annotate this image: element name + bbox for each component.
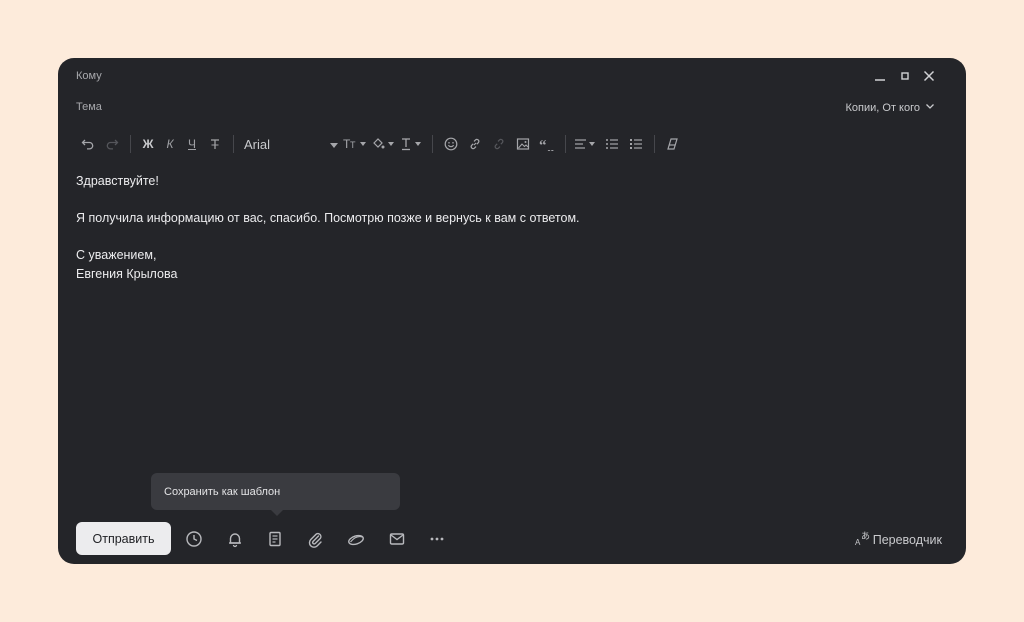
svg-text:T: T xyxy=(350,140,356,150)
close-icon[interactable] xyxy=(919,68,939,84)
subject-field[interactable]: Тема xyxy=(76,101,102,113)
chevron-down-icon xyxy=(924,100,936,115)
message-greeting: Здравствуйте! xyxy=(76,174,159,188)
chevron-down-icon xyxy=(330,137,338,152)
translator-button[interactable]: Aあ Переводчик xyxy=(855,530,942,549)
quote-icon[interactable]: “„ xyxy=(535,132,559,156)
restore-icon[interactable] xyxy=(895,68,915,84)
toolbar-divider xyxy=(654,135,655,153)
template-document-icon[interactable] xyxy=(264,528,286,550)
compose-window: Кому Тема Копии, От кого Ж К Ч Arial T T… xyxy=(58,58,966,564)
clear-format-icon[interactable] xyxy=(661,132,685,156)
formatting-toolbar: Ж К Ч Arial TT “ „ xyxy=(76,132,685,156)
translator-label: Переводчик xyxy=(872,532,942,547)
more-options-icon[interactable] xyxy=(426,528,448,550)
translate-icon: Aあ xyxy=(855,530,871,549)
message-signature: Евгения Крылова xyxy=(76,266,178,281)
bold-button[interactable]: Ж xyxy=(137,132,159,156)
numbered-list-icon[interactable] xyxy=(624,132,648,156)
bullet-list-icon[interactable] xyxy=(600,132,624,156)
font-family-value: Arial xyxy=(244,136,271,152)
toolbar-divider xyxy=(233,135,234,153)
undo-icon[interactable] xyxy=(76,132,100,156)
redo-icon[interactable] xyxy=(100,132,124,156)
toolbar-divider xyxy=(130,135,131,153)
align-icon[interactable] xyxy=(572,132,600,156)
disk-cloud-icon[interactable] xyxy=(345,528,367,550)
emoji-icon[interactable] xyxy=(439,132,463,156)
italic-button[interactable]: К xyxy=(159,132,181,156)
send-button[interactable]: Отправить xyxy=(76,522,171,555)
strikethrough-icon[interactable] xyxy=(203,132,227,156)
save-template-tooltip: Сохранить как шаблон xyxy=(151,473,400,510)
toolbar-divider xyxy=(565,135,566,153)
minimize-icon[interactable] xyxy=(870,68,890,84)
text-color-icon[interactable] xyxy=(398,132,426,156)
cc-label: Копии, От кого xyxy=(845,101,920,114)
cc-from-toggle[interactable]: Копии, От кого xyxy=(846,100,936,115)
reminder-bell-icon[interactable] xyxy=(224,528,246,550)
to-field[interactable]: Кому xyxy=(76,70,102,82)
link-icon[interactable] xyxy=(463,132,487,156)
message-body[interactable]: Здравствуйте! Я получила информацию от в… xyxy=(76,172,580,283)
font-family-select[interactable]: Arial xyxy=(240,132,342,156)
image-icon[interactable] xyxy=(511,132,535,156)
fill-color-icon[interactable] xyxy=(370,132,398,156)
mail-envelope-icon[interactable] xyxy=(386,528,408,550)
svg-text:„: „ xyxy=(547,140,555,151)
unlink-icon[interactable] xyxy=(487,132,511,156)
underline-button[interactable]: Ч xyxy=(181,132,203,156)
svg-text:あ: あ xyxy=(861,531,870,542)
svg-text:“: “ xyxy=(539,138,547,151)
tooltip-arrow xyxy=(271,510,283,516)
attachment-paperclip-icon[interactable] xyxy=(304,528,326,550)
font-size-icon[interactable]: TT xyxy=(342,132,370,156)
message-paragraph: Я получила информацию от вас, спасибо. П… xyxy=(76,211,580,225)
toolbar-divider xyxy=(432,135,433,153)
schedule-clock-icon[interactable] xyxy=(183,528,205,550)
message-closing: С уважением, xyxy=(76,248,157,262)
